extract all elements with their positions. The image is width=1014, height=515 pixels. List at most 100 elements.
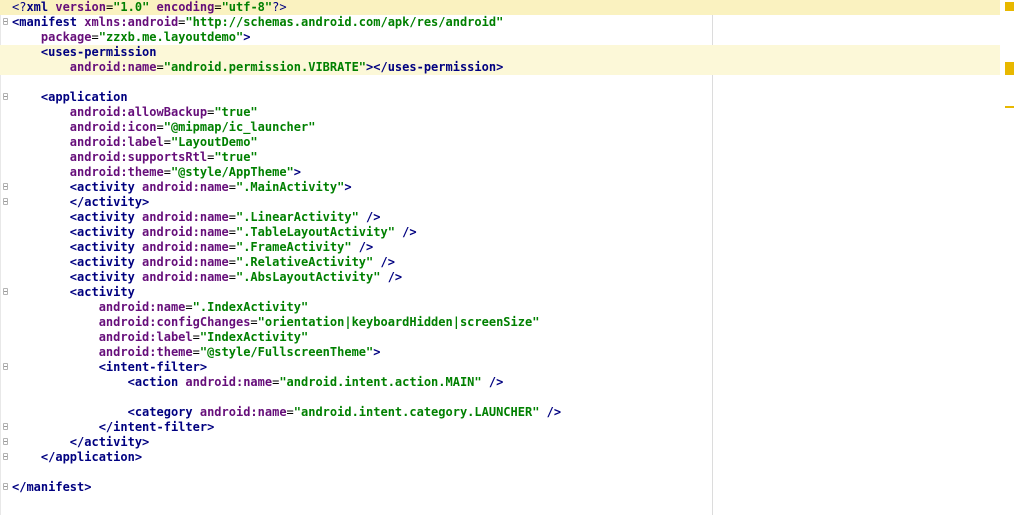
fold-toggle-icon[interactable] [3, 93, 8, 100]
code-token-val: "true" [214, 150, 258, 164]
code-token-attr: android:name [199, 405, 287, 419]
code-line[interactable]: <activity [0, 285, 1000, 300]
code-token-val: ".RelativeActivity" [235, 255, 374, 269]
code-token-plain: = [228, 255, 236, 269]
code-token-plain: = [163, 165, 171, 179]
code-line[interactable]: <intent-filter> [0, 360, 1000, 375]
code-token-val: "1.0" [113, 0, 150, 14]
code-line[interactable]: </manifest> [0, 480, 1000, 495]
code-token-val: "@style/FullscreenTheme" [199, 345, 374, 359]
code-token-tag: <activity [69, 255, 143, 269]
code-line[interactable]: <activity android:name=".FrameActivity" … [0, 240, 1000, 255]
code-line[interactable]: <uses-permission [0, 45, 1000, 60]
code-line[interactable]: android:label="LayoutDemo" [0, 135, 1000, 150]
warning-marker[interactable] [1005, 62, 1014, 75]
fold-toggle-icon[interactable] [3, 423, 8, 430]
fold-toggle-icon[interactable] [3, 183, 8, 190]
code-line[interactable]: android:icon="@mipmap/ic_launcher" [0, 120, 1000, 135]
warning-marker[interactable] [1005, 106, 1014, 108]
code-token-val: "android.intent.action.MAIN" [279, 375, 482, 389]
fold-toggle-icon[interactable] [3, 288, 8, 295]
code-line[interactable]: </activity> [0, 435, 1000, 450]
code-line[interactable]: </application> [0, 450, 1000, 465]
code-token-tag: /> [380, 270, 403, 284]
code-line[interactable]: </intent-filter> [0, 420, 1000, 435]
code-line[interactable]: <activity android:name=".LinearActivity"… [0, 210, 1000, 225]
code-token-attr: android:name [142, 210, 229, 224]
code-token-plain: = [228, 240, 236, 254]
code-token-attr: package [40, 30, 92, 44]
code-token-val: ".IndexActivity" [192, 300, 309, 314]
code-token-attr: version [55, 0, 106, 14]
code-token-attr: android:theme [98, 345, 193, 359]
code-token-plain: = [228, 225, 236, 239]
code-token-tag: ></uses-permission> [366, 60, 504, 74]
code-line[interactable] [0, 390, 1000, 405]
code-line[interactable]: package="zzxb.me.layoutdemo"> [0, 30, 1000, 45]
code-line[interactable]: <activity android:name=".RelativeActivit… [0, 255, 1000, 270]
fold-toggle-icon[interactable] [3, 483, 8, 490]
code-line[interactable]: android:theme="@style/FullscreenTheme"> [0, 345, 1000, 360]
warning-marker[interactable] [1005, 2, 1014, 11]
code-token-val: ".FrameActivity" [235, 240, 352, 254]
code-token-attr: android:supportsRtl [69, 150, 208, 164]
code-line[interactable] [0, 465, 1000, 480]
code-token-val: "http://schemas.android.com/apk/res/andr… [185, 15, 504, 29]
code-token-tag: /> [373, 255, 395, 269]
code-token-plain: = [156, 120, 164, 134]
code-line[interactable]: <activity android:name=".MainActivity"> [0, 180, 1000, 195]
code-token-tag: <activity [69, 270, 143, 284]
code-line[interactable]: android:name=".IndexActivity" [0, 300, 1000, 315]
code-token-tag: </activity> [69, 195, 150, 209]
code-token-tag: <intent-filter> [98, 360, 208, 374]
code-token-tag: </manifest> [12, 480, 92, 494]
code-token-tag: <action [127, 375, 186, 389]
code-line[interactable]: <activity android:name=".TableLayoutActi… [0, 225, 1000, 240]
code-line[interactable]: android:theme="@style/AppTheme"> [0, 165, 1000, 180]
fold-toggle-icon[interactable] [3, 18, 8, 25]
fold-toggle-icon[interactable] [3, 363, 8, 370]
code-token-tag: /> [539, 405, 562, 419]
code-token-attr: android:name [142, 225, 229, 239]
code-token-tag: <activity [69, 225, 143, 239]
code-line[interactable]: android:name="android.permission.VIBRATE… [0, 60, 1000, 75]
code-token-attr: encoding [156, 0, 215, 14]
code-token-val: "android.intent.category.LAUNCHER" [293, 405, 540, 419]
code-line[interactable]: android:supportsRtl="true" [0, 150, 1000, 165]
code-area[interactable]: <?xml version="1.0" encoding="utf-8"?> <m… [0, 0, 1000, 495]
code-token-plain: = [192, 330, 200, 344]
code-token-tag: </activity> [69, 435, 150, 449]
code-line[interactable]: <activity android:name=".AbsLayoutActivi… [0, 270, 1000, 285]
code-token-plain: = [163, 135, 171, 149]
code-token-tag: <manifest [12, 15, 85, 29]
code-token-tag: <activity [69, 210, 143, 224]
code-line[interactable]: </activity> [0, 195, 1000, 210]
fold-toggle-icon[interactable] [3, 438, 8, 445]
code-line[interactable]: android:configChanges="orientation|keybo… [0, 315, 1000, 330]
code-token-tag: xml [26, 0, 56, 14]
fold-toggle-icon[interactable] [3, 453, 8, 460]
code-token-attr: android:name [142, 180, 229, 194]
code-line[interactable]: <manifest xmlns:android="http://schemas.… [0, 15, 1000, 30]
code-line[interactable]: <?xml version="1.0" encoding="utf-8"?> [0, 0, 1000, 15]
code-token-val: "IndexActivity" [199, 330, 309, 344]
code-token-tag: </intent-filter> [98, 420, 215, 434]
code-token-val: ".TableLayoutActivity" [235, 225, 395, 239]
code-token-tag: <activity [69, 285, 135, 299]
code-editor[interactable]: <?xml version="1.0" encoding="utf-8"?> <m… [0, 0, 1014, 515]
code-line[interactable]: <action android:name="android.intent.act… [0, 375, 1000, 390]
code-line[interactable]: android:allowBackup="true" [0, 105, 1000, 120]
code-line[interactable]: <application [0, 90, 1000, 105]
fold-toggle-icon[interactable] [3, 198, 8, 205]
code-line[interactable] [0, 75, 1000, 90]
code-line[interactable]: <category android:name="android.intent.c… [0, 405, 1000, 420]
code-line[interactable]: android:label="IndexActivity" [0, 330, 1000, 345]
